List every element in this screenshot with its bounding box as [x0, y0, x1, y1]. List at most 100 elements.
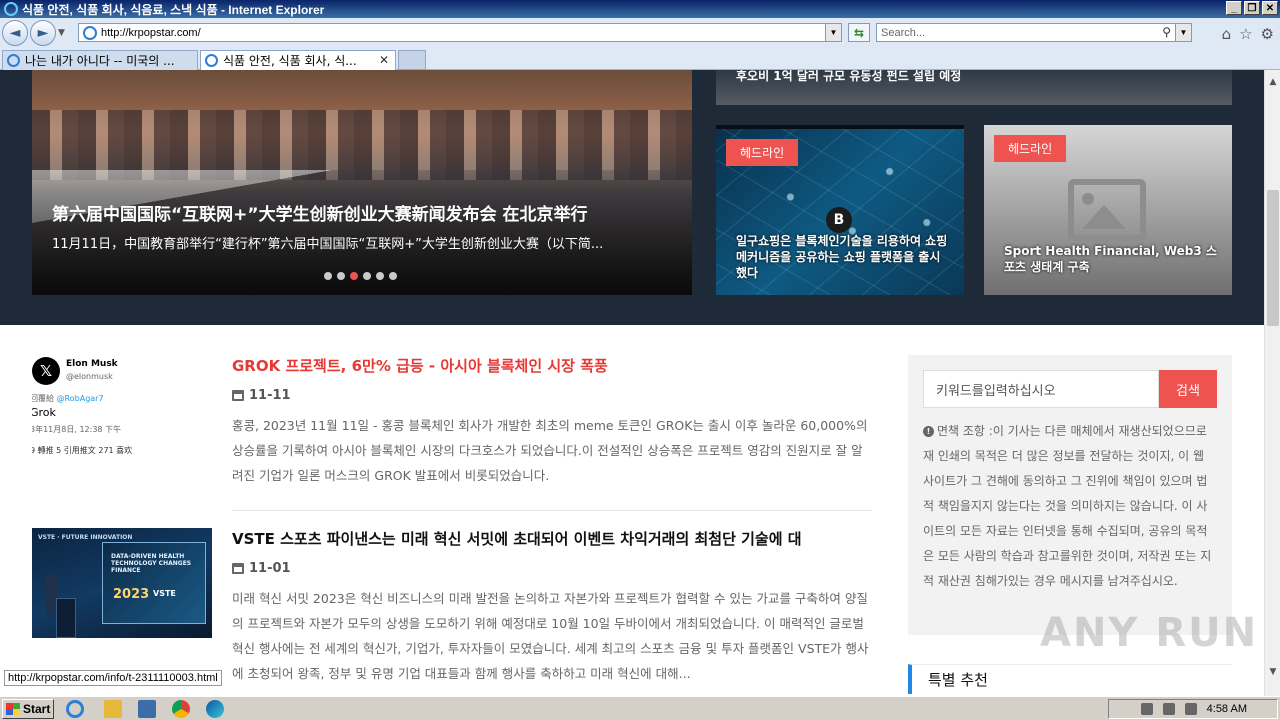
article-excerpt: 미래 혁신 서밋 2023은 혁신 비즈니스의 미래 발전을 논의하고 자본가와…: [232, 591, 869, 681]
slider-dot[interactable]: [389, 272, 397, 280]
disclaimer-text: 면책 조항 :이 기사는 다른 매체에서 재생산되었으므로 재 인쇄의 목적은 …: [923, 424, 1212, 588]
screen-year: 2023: [113, 587, 150, 602]
page-scrollbar[interactable]: ▲ ▼: [1264, 70, 1280, 696]
favorites-star-icon[interactable]: ☆: [1239, 25, 1252, 43]
slider-dot[interactable]: [337, 272, 345, 280]
hero-section: 第六届中国国际“互联网+”大学生创新创业大赛新闻发布会 在北京举行 11月11日…: [0, 70, 1264, 325]
start-label: Start: [23, 702, 51, 716]
search-dropdown-icon[interactable]: ▼: [1175, 24, 1191, 41]
headline-card-top[interactable]: 후오비 1억 달러 규모 유동성 펀드 설립 예정: [716, 70, 1232, 105]
window-titlebar: 식품 안전, 식품 회사, 식음료, 스낵 식품 - Internet Expl…: [0, 0, 1280, 18]
article-item: 𝕏 Elon Musk @elonmusk 回覆給 @RobAgar7 Grok…: [32, 355, 872, 505]
article-excerpt: 홍콩, 2023년 11월 11일 - 홍콩 블록체인 회사가 개발한 최초의 …: [232, 418, 868, 483]
slider-dot[interactable]: [363, 272, 371, 280]
close-button[interactable]: ✕: [1262, 1, 1278, 15]
tray-flag-icon[interactable]: [1184, 703, 1197, 715]
tab-favicon-icon: [205, 54, 218, 67]
tweet-text: Grok: [32, 406, 56, 419]
page-favicon-icon: [83, 25, 97, 40]
stage-screen: DATA-DRIVEN HEALTH TECHNOLOGY CHANGES FI…: [102, 542, 206, 624]
tweet-reply: 回覆給 @RobAgar7: [32, 393, 104, 404]
explorer-folder-icon[interactable]: [104, 700, 122, 718]
special-recommendation-heading: 특별 추천: [908, 664, 1232, 694]
slider-dot[interactable]: [324, 272, 332, 280]
tray-volume-icon[interactable]: [1162, 703, 1175, 715]
scroll-down-icon[interactable]: ▼: [1265, 664, 1280, 680]
restore-button[interactable]: ❐: [1244, 1, 1260, 15]
start-button[interactable]: Start: [2, 699, 54, 719]
slider-dots: [324, 272, 397, 280]
navigation-bar: ◄ ► ▼ http://krpopstar.com/ ▼ ⇆ Search..…: [0, 18, 1280, 48]
slider-dot[interactable]: [376, 272, 384, 280]
screen-caption: DATA-DRIVEN HEALTH TECHNOLOGY CHANGES FI…: [111, 553, 192, 574]
article-date-text: 11-11: [249, 388, 291, 403]
slide-title[interactable]: 第六届中国国际“互联网+”大学生创新创业大赛新闻发布会 在北京举行: [52, 200, 588, 225]
podium: [56, 598, 76, 638]
tab-1[interactable]: 나는 내가 아니다 -- 미국의 ...: [2, 50, 198, 70]
calendar-icon: [232, 563, 244, 574]
sidebar-search-input[interactable]: 키워드를입력하십시오: [923, 370, 1159, 408]
headline-card-1[interactable]: B 헤드라인 일구쇼핑은 블록체인기술을 리용하여 쇼핑 메커니즘을 공유하는 …: [716, 125, 964, 295]
image-placeholder-icon: [1068, 179, 1146, 241]
headline-badge[interactable]: 헤드라인: [994, 135, 1067, 162]
sidebar-search-button[interactable]: 검색: [1159, 370, 1217, 408]
page-viewport: 第六届中国国际“互联网+”大学生创新创业大赛新闻发布会 在北京举行 11月11日…: [0, 70, 1264, 696]
chrome-icon[interactable]: [172, 700, 190, 718]
ie-taskbar-icon[interactable]: [66, 700, 84, 718]
x-logo-icon: 𝕏: [32, 357, 60, 385]
anyrun-watermark: ANY RUN: [1040, 610, 1259, 656]
tab-2-label: 식품 안전, 식품 회사, 식...: [223, 54, 357, 68]
hero-slider[interactable]: 第六届中国国际“互联网+”大学生创新创业大赛新闻发布会 在北京举行 11月11日…: [32, 70, 692, 295]
minimize-button[interactable]: _: [1226, 1, 1242, 15]
tab-1-label: 나는 내가 아니다 -- 미국의 ...: [25, 54, 175, 68]
edge-icon[interactable]: [206, 700, 224, 718]
slider-dot[interactable]: [350, 272, 358, 280]
system-tray: 4:58 AM: [1108, 699, 1278, 719]
windows-taskbar: Start 4:58 AM: [0, 696, 1280, 720]
headline-card-2[interactable]: 헤드라인 Sport Health Financial, Web3 스포츠 생태…: [984, 125, 1232, 295]
headline-badge[interactable]: 헤드라인: [726, 139, 799, 166]
article-date-text: 11-01: [249, 561, 291, 576]
refresh-button[interactable]: ⇆: [848, 23, 870, 42]
search-placeholder[interactable]: Search...: [881, 27, 925, 39]
tab-close-icon[interactable]: ✕: [379, 53, 389, 67]
headline-card-1-title[interactable]: 일구쇼핑은 블록체인기술을 리용하여 쇼핑 메커니즘을 공유하는 쇼핑 플랫폼을…: [736, 233, 951, 281]
tray-network-icon[interactable]: [1140, 703, 1153, 715]
headline-card-top-title: 후오비 1억 달러 규모 유동성 펀드 설립 예정: [736, 70, 962, 83]
article-title[interactable]: VSTE 스포츠 파이낸스는 미래 혁신 서밋에 초대되어 이벤트 차익거래의 …: [232, 528, 872, 549]
article-date: 11-11: [232, 388, 291, 403]
tab-2-active[interactable]: 식품 안전, 식품 회사, 식... ✕: [200, 50, 396, 70]
slide-subtitle: 11月11日，中国教育部举行“建行杯”第六届中国国际“互联网+”大学生创新创业大…: [52, 237, 604, 252]
article-thumbnail-photo[interactable]: VSTE · FUTURE INNOVATION DATA-DRIVEN HEA…: [32, 528, 212, 638]
windows-logo-icon: [6, 703, 20, 715]
tweet-handle: @elonmusk: [66, 372, 113, 381]
home-icon[interactable]: ⌂: [1222, 25, 1232, 43]
window-title: 식품 안전, 식품 회사, 식음료, 스낵 식품 - Internet Expl…: [22, 2, 325, 17]
history-dropdown-icon[interactable]: ▼: [58, 28, 70, 38]
clock[interactable]: 4:58 AM: [1207, 703, 1247, 715]
back-button[interactable]: ◄: [2, 20, 28, 46]
address-url[interactable]: http://krpopstar.com/: [101, 27, 201, 39]
info-icon: !: [923, 426, 934, 437]
scroll-thumb[interactable]: [1267, 190, 1279, 326]
arrow-left-icon: ◄: [9, 25, 21, 41]
new-tab-button[interactable]: [398, 50, 426, 70]
gear-icon[interactable]: ⚙: [1261, 25, 1274, 43]
address-bar[interactable]: http://krpopstar.com/ ▼: [78, 23, 842, 42]
headline-card-2-title[interactable]: Sport Health Financial, Web3 스포츠 생태계 구축: [1004, 243, 1219, 275]
tweet-author: Elon Musk: [66, 359, 118, 369]
disclaimer: ! 면책 조항 :이 기사는 다른 매체에서 재생산되었으므로 재 인쇄의 목적은…: [923, 419, 1217, 594]
scroll-up-icon[interactable]: ▲: [1265, 74, 1280, 90]
tweet-stats: 9 轉推 5 引用推文 271 喜欢: [32, 446, 133, 455]
search-icon[interactable]: ⚲: [1162, 25, 1171, 39]
article-title[interactable]: GROK 프로젝트, 6만% 급등 - 아시아 블록체인 시장 폭풍: [232, 355, 872, 376]
search-box[interactable]: Search... ⚲ ▼: [876, 23, 1192, 42]
media-player-icon[interactable]: [138, 700, 156, 718]
article-thumbnail-tweet[interactable]: 𝕏 Elon Musk @elonmusk 回覆給 @RobAgar7 Grok…: [32, 355, 212, 465]
screen-brand: VSTE: [153, 589, 176, 598]
address-dropdown-icon[interactable]: ▼: [825, 24, 841, 41]
forward-button[interactable]: ►: [30, 20, 56, 46]
window-controls: _ ❐ ✕: [1226, 1, 1278, 15]
article-divider: [232, 510, 872, 511]
ie-logo-icon: [4, 2, 18, 16]
